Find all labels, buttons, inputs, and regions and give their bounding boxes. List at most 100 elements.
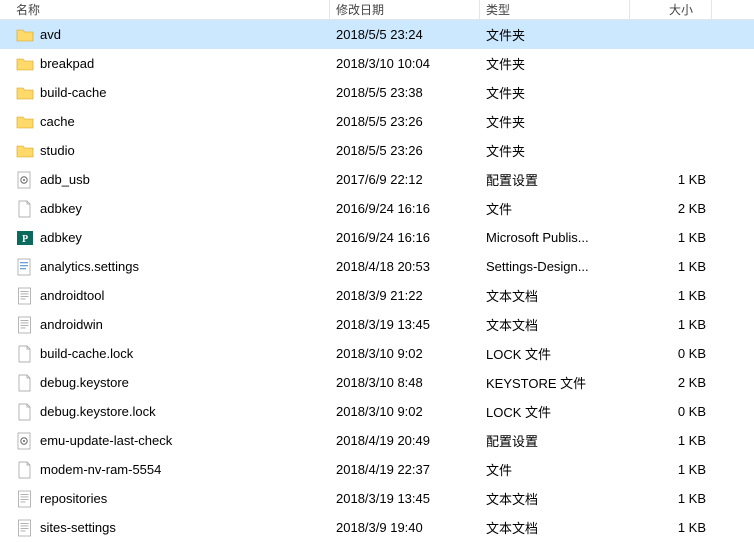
file-row[interactable]: debug.keystore.lock2018/3/10 9:02LOCK 文件… <box>0 397 754 426</box>
file-date: 2018/5/5 23:26 <box>330 143 480 158</box>
column-header-row: 名称 修改日期 类型 大小 <box>0 0 754 20</box>
file-date: 2018/5/5 23:26 <box>330 114 480 129</box>
file-date: 2017/6/9 22:12 <box>330 172 480 187</box>
file-type: 配置设置 <box>480 431 630 450</box>
file-type: KEYSTORE 文件 <box>480 373 630 392</box>
file-name: repositories <box>40 491 107 506</box>
file-row[interactable]: studio2018/5/5 23:26文件夹 <box>0 136 754 165</box>
file-name-cell: emu-update-last-check <box>0 432 330 450</box>
file-date: 2018/4/19 20:49 <box>330 433 480 448</box>
file-row[interactable]: avd 2018/5/5 23:24文件夹 <box>0 20 754 49</box>
file-row[interactable]: build-cache.lock2018/3/10 9:02LOCK 文件0 K… <box>0 339 754 368</box>
file-name: build-cache <box>40 85 107 100</box>
file-row[interactable]: build-cache 2018/5/5 23:38文件夹 <box>0 78 754 107</box>
file-size: 1 KB <box>630 172 712 187</box>
file-size: 1 KB <box>630 491 712 506</box>
file-name: debug.keystore.lock <box>40 404 156 419</box>
file-row[interactable]: androidtool 2018/3/9 21:22文本文档1 KB <box>0 281 754 310</box>
folder-icon <box>16 113 34 131</box>
file-type: 文件夹 <box>480 25 630 44</box>
file-name-cell: debug.keystore <box>0 374 330 392</box>
generic-icon <box>16 374 34 392</box>
file-date: 2018/3/10 10:04 <box>330 56 480 71</box>
file-name-cell: androidtool <box>0 287 330 305</box>
file-name-cell: modem-nv-ram-5554 <box>0 461 330 479</box>
config-icon <box>16 171 34 189</box>
generic-icon <box>16 461 34 479</box>
file-row[interactable]: androidwin2018/3/19 13:45文本文档1 KB <box>0 310 754 339</box>
generic-icon <box>16 403 34 421</box>
file-date: 2016/9/24 16:16 <box>330 230 480 245</box>
file-type: Microsoft Publis... <box>480 230 630 245</box>
file-type: 配置设置 <box>480 170 630 189</box>
file-date: 2018/3/10 9:02 <box>330 404 480 419</box>
header-date[interactable]: 修改日期 <box>330 0 480 20</box>
folder-icon <box>16 55 34 73</box>
file-name: adb_usb <box>40 172 90 187</box>
file-date: 2018/3/19 13:45 <box>330 491 480 506</box>
generic-icon <box>16 200 34 218</box>
file-row[interactable]: repositories 2018/3/19 13:45文本文档1 KB <box>0 484 754 513</box>
file-row[interactable]: breakpad 2018/3/10 10:04文件夹 <box>0 49 754 78</box>
file-date: 2018/3/9 21:22 <box>330 288 480 303</box>
file-name: androidtool <box>40 288 104 303</box>
file-size: 1 KB <box>630 259 712 274</box>
file-name-cell: analytics.settings <box>0 258 330 276</box>
file-size: 1 KB <box>630 288 712 303</box>
file-size: 2 KB <box>630 375 712 390</box>
file-size: 0 KB <box>630 404 712 419</box>
file-date: 2018/5/5 23:24 <box>330 27 480 42</box>
file-row[interactable]: adb_usb 2017/6/9 22:12配置设置1 KB <box>0 165 754 194</box>
file-type: LOCK 文件 <box>480 344 630 363</box>
file-name: avd <box>40 27 61 42</box>
file-name: adbkey <box>40 230 82 245</box>
file-date: 2018/4/19 22:37 <box>330 462 480 477</box>
file-type: 文件夹 <box>480 83 630 102</box>
settings-icon <box>16 258 34 276</box>
text-icon <box>16 316 34 334</box>
file-row[interactable]: emu-update-last-check 2018/4/19 20:49配置设置… <box>0 426 754 455</box>
file-date: 2016/9/24 16:16 <box>330 201 480 216</box>
file-type: 文本文档 <box>480 489 630 508</box>
file-type: 文件夹 <box>480 54 630 73</box>
folder-icon <box>16 84 34 102</box>
header-name[interactable]: 名称 <box>0 0 330 20</box>
file-row[interactable]: analytics.settings 2018/4/18 20:53Setting… <box>0 252 754 281</box>
file-date: 2018/3/10 8:48 <box>330 375 480 390</box>
file-row[interactable]: cache2018/5/5 23:26文件夹 <box>0 107 754 136</box>
file-date: 2018/3/19 13:45 <box>330 317 480 332</box>
header-size[interactable]: 大小 <box>630 0 712 20</box>
file-name-cell: adb_usb <box>0 171 330 189</box>
file-name-cell: Padbkey <box>0 229 330 247</box>
file-name: emu-update-last-check <box>40 433 172 448</box>
file-date: 2018/5/5 23:38 <box>330 85 480 100</box>
file-name-cell: breakpad <box>0 55 330 73</box>
file-name: breakpad <box>40 56 94 71</box>
file-row[interactable]: modem-nv-ram-55542018/4/19 22:37文件1 KB <box>0 455 754 484</box>
file-name-cell: avd <box>0 26 330 44</box>
file-type: Settings-Design... <box>480 259 630 274</box>
file-name: build-cache.lock <box>40 346 133 361</box>
text-icon <box>16 287 34 305</box>
file-name-cell: build-cache.lock <box>0 345 330 363</box>
file-size: 1 KB <box>630 317 712 332</box>
file-size: 2 KB <box>630 201 712 216</box>
file-date: 2018/4/18 20:53 <box>330 259 480 274</box>
file-name: adbkey <box>40 201 82 216</box>
file-name-cell: studio <box>0 142 330 160</box>
header-type[interactable]: 类型 <box>480 0 630 20</box>
file-type: 文本文档 <box>480 286 630 305</box>
file-name: analytics.settings <box>40 259 139 274</box>
file-name: modem-nv-ram-5554 <box>40 462 161 477</box>
file-size: 1 KB <box>630 433 712 448</box>
file-type: 文件夹 <box>480 112 630 131</box>
file-type: 文件夹 <box>480 141 630 160</box>
file-name-cell: repositories <box>0 490 330 508</box>
file-row[interactable]: Padbkey2016/9/24 16:16Microsoft Publis..… <box>0 223 754 252</box>
file-name-cell: adbkey <box>0 200 330 218</box>
file-type: 文件 <box>480 199 630 218</box>
file-row[interactable]: debug.keystore2018/3/10 8:48KEYSTORE 文件2… <box>0 368 754 397</box>
file-type: 文件 <box>480 460 630 479</box>
file-row[interactable]: adbkey 2016/9/24 16:16文件2 KB <box>0 194 754 223</box>
generic-icon <box>16 345 34 363</box>
